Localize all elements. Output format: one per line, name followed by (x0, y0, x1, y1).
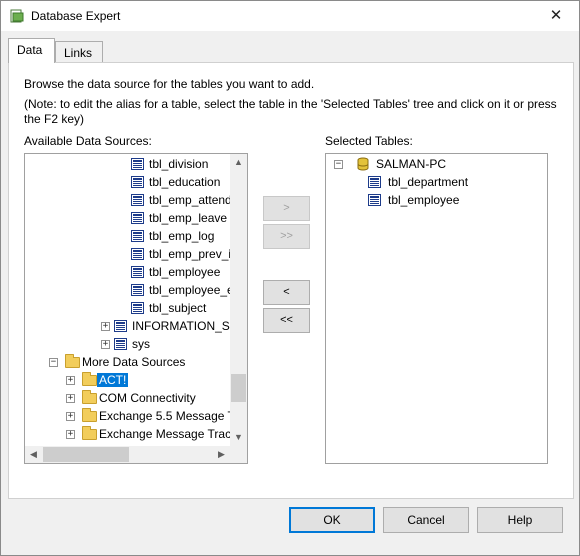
database-expert-dialog: Database Expert ✕ Data Links Browse the … (0, 0, 580, 556)
collapse-icon[interactable]: − (334, 160, 343, 169)
expand-icon[interactable]: + (66, 376, 75, 385)
schema-icon (114, 338, 127, 350)
add-all-tables-button[interactable]: >> (263, 224, 310, 249)
server-icon (357, 157, 369, 171)
expand-icon[interactable]: + (101, 340, 110, 349)
selected-tables-label: Selected Tables: (325, 134, 413, 148)
expand-icon[interactable]: + (66, 412, 75, 421)
tab-links-label: Links (64, 46, 93, 60)
collapse-icon[interactable]: − (49, 358, 58, 367)
add-table-button[interactable]: > (263, 196, 310, 221)
horizontal-scroll-thumb[interactable] (43, 447, 129, 462)
folder-icon (65, 354, 80, 368)
schema-icon (114, 320, 127, 332)
table-icon (131, 284, 144, 296)
scroll-up-icon[interactable]: ▲ (230, 154, 247, 171)
table-icon (131, 302, 144, 314)
expand-icon[interactable]: + (66, 394, 75, 403)
vertical-scrollbar[interactable]: ▲ ▼ (230, 154, 247, 446)
app-icon (10, 9, 24, 23)
scroll-down-icon[interactable]: ▼ (230, 429, 247, 446)
expand-icon[interactable]: + (66, 430, 75, 439)
remove-table-button[interactable]: < (263, 280, 310, 305)
folder-icon (82, 390, 97, 404)
browse-instruction: Browse the data source for the tables yo… (24, 77, 315, 91)
folder-icon (82, 408, 97, 422)
table-icon (368, 194, 381, 206)
scroll-left-icon[interactable]: ◀ (25, 446, 42, 463)
folder-icon (82, 372, 97, 386)
table-icon (368, 176, 381, 188)
table-icon (131, 212, 144, 224)
title-bar: Database Expert ✕ (1, 1, 579, 31)
close-icon[interactable]: ✕ (533, 1, 579, 31)
alias-note: (Note: to edit the alias for a table, se… (24, 97, 557, 126)
expand-icon[interactable]: + (101, 322, 110, 331)
horizontal-scrollbar[interactable]: ◀ ▶ (25, 446, 247, 463)
cancel-button[interactable]: Cancel (383, 507, 469, 533)
vertical-scroll-thumb[interactable] (231, 374, 246, 402)
table-icon (131, 230, 144, 242)
table-icon (131, 158, 144, 170)
scroll-right-icon[interactable]: ▶ (213, 446, 230, 463)
tab-data[interactable]: Data (8, 38, 55, 63)
folder-icon (82, 426, 97, 440)
tab-links[interactable]: Links (55, 41, 103, 62)
tab-data-label: Data (17, 43, 43, 57)
available-sources-label: Available Data Sources: (24, 134, 152, 148)
table-icon (131, 194, 144, 206)
table-icon (131, 248, 144, 260)
available-sources-tree[interactable]: tbl_division tbl_education tbl_emp_atten… (24, 153, 248, 464)
table-icon (131, 176, 144, 188)
table-icon (131, 266, 144, 278)
ok-button[interactable]: OK (289, 507, 375, 533)
help-button[interactable]: Help (477, 507, 563, 533)
selected-tables-tree[interactable]: − SALMAN-PC tbl_department tbl_employee (325, 153, 548, 464)
window-title: Database Expert (31, 9, 121, 23)
remove-all-tables-button[interactable]: << (263, 308, 310, 333)
